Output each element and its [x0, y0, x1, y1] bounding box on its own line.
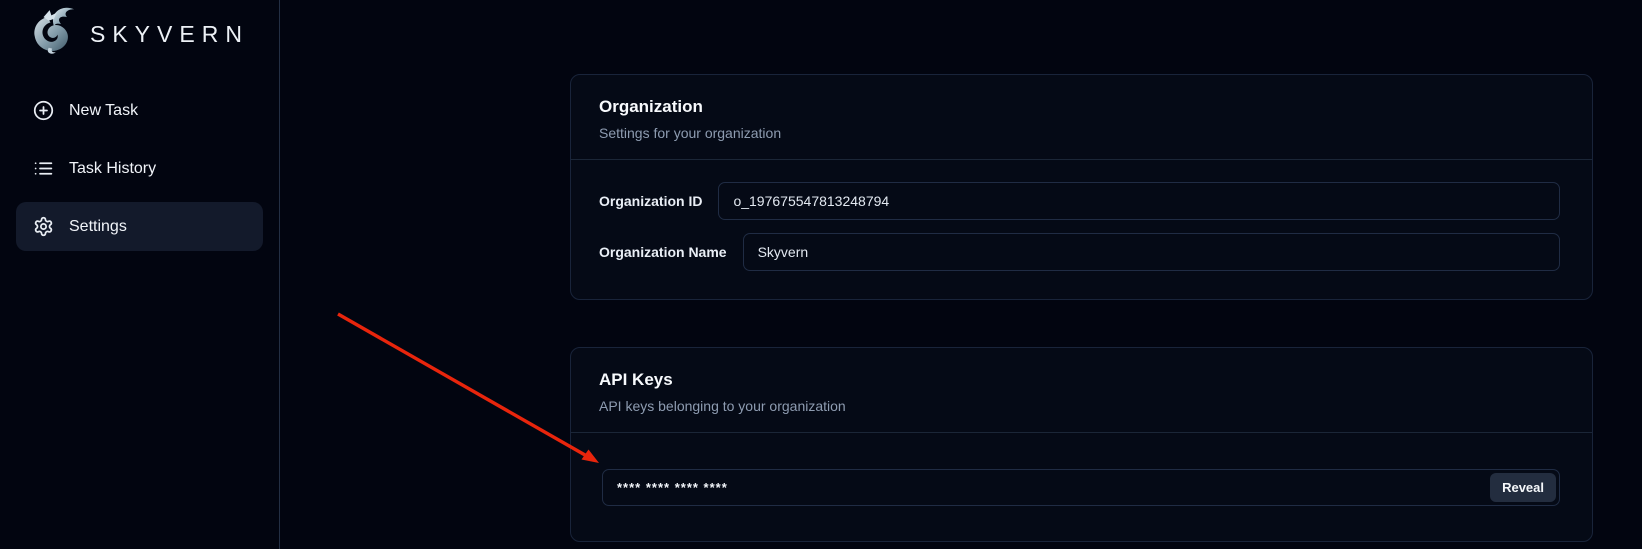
api-keys-card-header: API Keys API keys belonging to your orga…	[571, 348, 1592, 432]
sidebar: SKYVERN New Task Task History	[0, 0, 280, 549]
sidebar-item-new-task[interactable]: New Task	[16, 86, 263, 135]
api-keys-card-subtitle: API keys belonging to your organization	[599, 398, 1564, 414]
sidebar-item-label: Settings	[69, 218, 127, 236]
sidebar-item-label: New Task	[69, 102, 138, 120]
api-keys-card-title: API Keys	[599, 370, 1564, 390]
organization-card-subtitle: Settings for your organization	[599, 125, 1564, 141]
plus-circle-icon	[33, 100, 54, 121]
organization-id-input[interactable]	[718, 182, 1560, 220]
api-key-field-wrap: Reveal	[602, 469, 1560, 506]
api-keys-card-body: Reveal	[571, 433, 1592, 506]
brand-name: SKYVERN	[90, 21, 249, 48]
organization-id-label: Organization ID	[599, 193, 702, 209]
list-icon	[33, 158, 54, 179]
gear-icon	[33, 216, 54, 237]
organization-card-body: Organization ID Organization Name	[571, 160, 1592, 271]
sidebar-item-label: Task History	[69, 160, 156, 178]
sidebar-nav: New Task Task History Se	[0, 86, 279, 251]
app-window: SKYVERN New Task Task History	[0, 0, 1642, 549]
organization-name-row: Organization Name	[599, 233, 1560, 271]
organization-id-row: Organization ID	[599, 182, 1560, 220]
brand-logo[interactable]: SKYVERN	[0, 0, 279, 62]
organization-card: Organization Settings for your organizat…	[570, 74, 1593, 300]
organization-card-header: Organization Settings for your organizat…	[571, 75, 1592, 159]
organization-card-title: Organization	[599, 97, 1564, 117]
skyvern-dragon-icon	[26, 4, 82, 60]
organization-name-label: Organization Name	[599, 244, 727, 260]
sidebar-item-settings[interactable]: Settings	[16, 202, 263, 251]
api-keys-card: API Keys API keys belonging to your orga…	[570, 347, 1593, 542]
sidebar-item-task-history[interactable]: Task History	[16, 144, 263, 193]
reveal-button[interactable]: Reveal	[1490, 473, 1556, 502]
organization-name-input[interactable]	[743, 233, 1560, 271]
api-key-masked-input[interactable]	[602, 469, 1560, 506]
